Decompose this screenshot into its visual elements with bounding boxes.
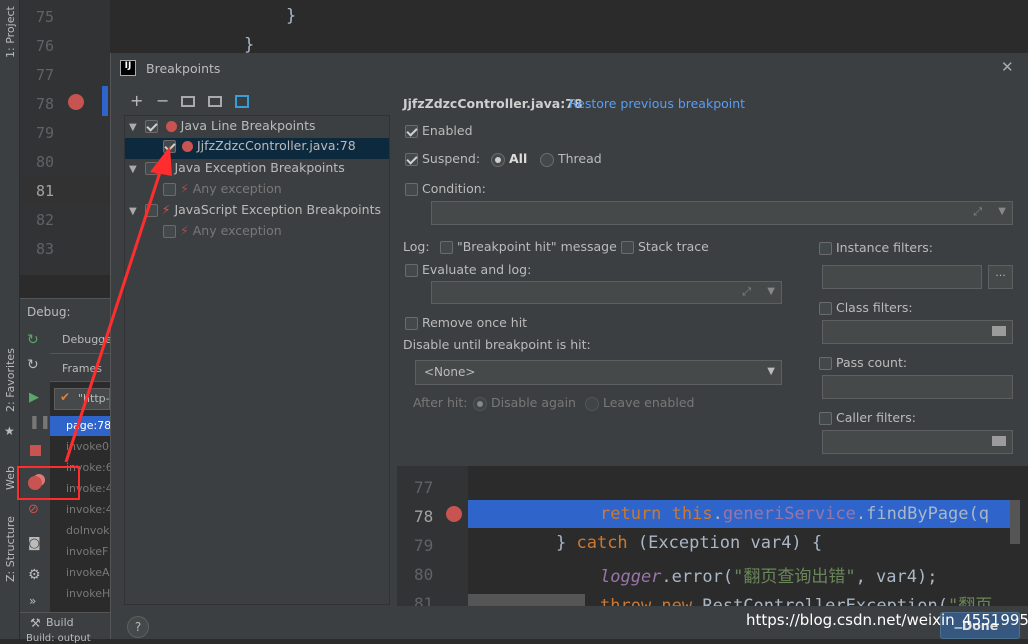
annotation-arrow bbox=[64, 146, 172, 463]
